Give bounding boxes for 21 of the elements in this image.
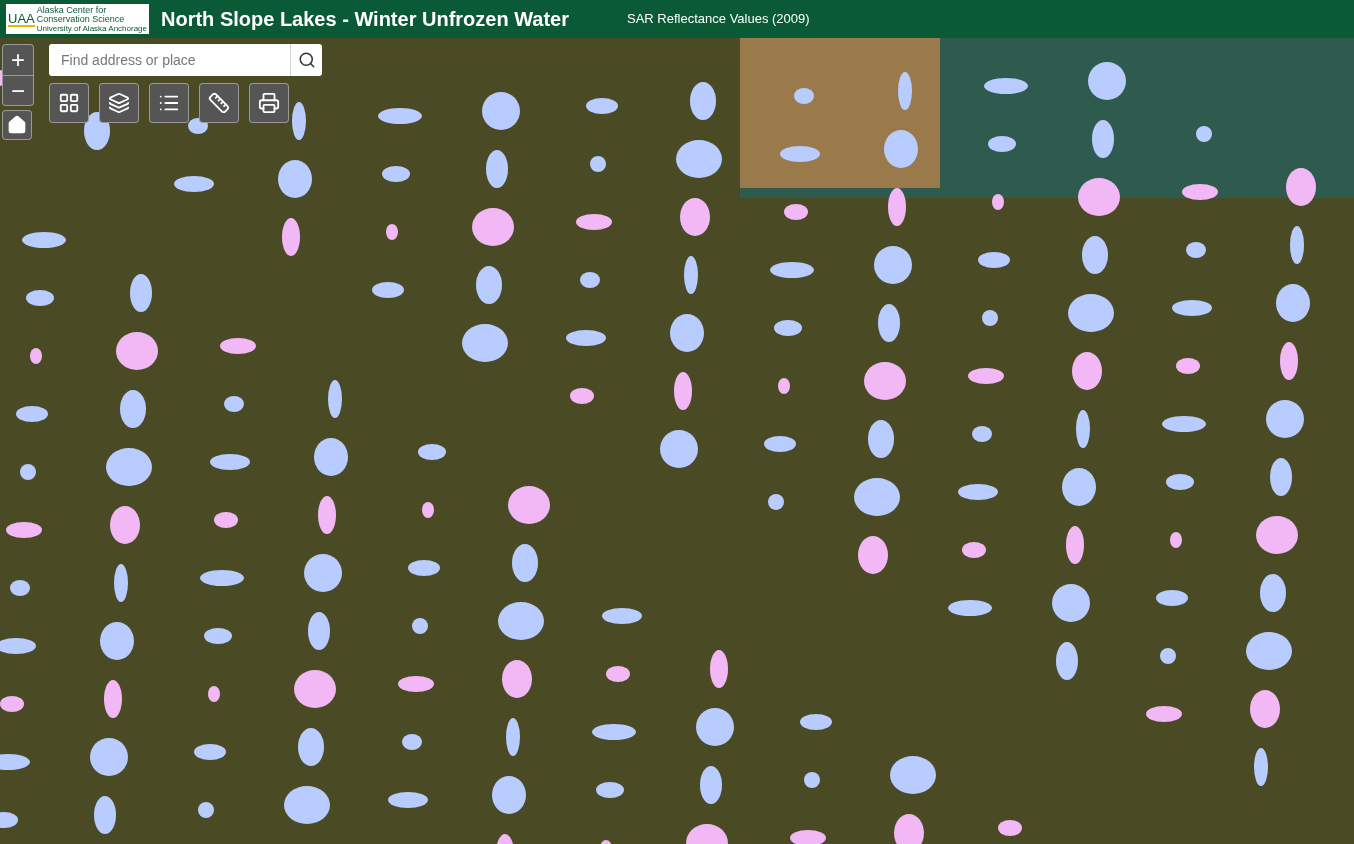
- zoom-out-button[interactable]: −: [3, 75, 33, 105]
- logo-subtext: University of Alaska Anchorage: [36, 23, 147, 33]
- zoom-in-button[interactable]: +: [3, 45, 33, 75]
- home-icon: [7, 115, 27, 135]
- satellite-map[interactable]: + − Find address or place: [0, 38, 1354, 844]
- home-button[interactable]: [2, 110, 32, 140]
- layers-icon: [108, 92, 130, 114]
- basemap-gallery-button[interactable]: [49, 83, 89, 123]
- ruler-icon: [208, 92, 230, 114]
- measure-button[interactable]: [199, 83, 239, 123]
- layers-button[interactable]: [99, 83, 139, 123]
- printer-icon: [258, 92, 280, 114]
- logo-text: Conservation Science: [36, 14, 126, 24]
- search-icon: [297, 51, 316, 69]
- logo-mark: UAA: [8, 11, 35, 27]
- layer-title: SAR Reflectance Values (2009): [627, 10, 810, 29]
- app-title: North Slope Lakes - Winter Unfrozen Water: [161, 7, 570, 32]
- logo-text: Alaska Center for: [36, 5, 108, 15]
- grid-icon: [58, 92, 80, 114]
- legend-button[interactable]: [149, 83, 189, 123]
- print-button[interactable]: [249, 83, 289, 123]
